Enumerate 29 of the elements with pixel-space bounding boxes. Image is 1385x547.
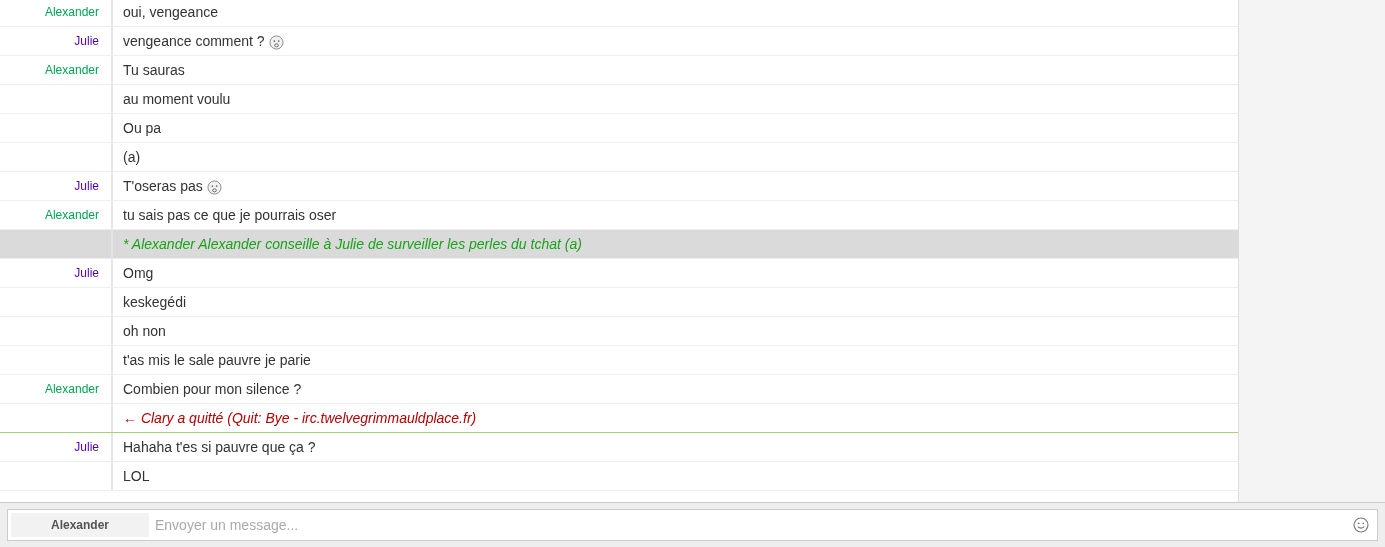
message-text: au moment voulu	[123, 91, 231, 107]
nickname: Alexander	[44, 63, 99, 77]
own-nickname: Alexander	[11, 513, 149, 537]
nickname: Alexander	[44, 382, 99, 396]
message-text: Combien pour mon silence ?	[123, 381, 302, 397]
message-text: oh non	[123, 323, 166, 339]
nickname: Julie	[74, 266, 99, 280]
nickname: Julie	[74, 440, 99, 454]
message-text: * Alexander Alexander conseille à Julie de surveiller les perles du tchat (a)	[123, 236, 582, 252]
nickname: Alexander	[44, 208, 99, 222]
message-text: vengeance comment ?	[123, 33, 265, 49]
nickname: Alexander	[44, 5, 99, 19]
message-text: T'oseras pas	[123, 178, 203, 194]
message-text: tu sais pas ce que je pourrais oser	[123, 207, 337, 223]
message-text: Ou pa	[123, 120, 162, 136]
message-field[interactable]: Alexander Envoyer un message...	[7, 509, 1378, 541]
message-text: ← Clary a quitté (Quit: Bye - irc.twelvegrimmauldplace.fr)	[123, 410, 477, 426]
message-input[interactable]: Envoyer un message...	[155, 517, 1347, 533]
message-text: Tu sauras	[123, 62, 185, 78]
message-text: (a)	[123, 149, 141, 165]
nickname: Julie	[74, 179, 99, 193]
message-text: Omg	[123, 265, 154, 281]
message-text: Hahaha t'es si pauvre que ça ?	[123, 439, 316, 455]
smiley-icon[interactable]	[1353, 517, 1369, 533]
message-text: t'as mis le sale pauvre je parie	[123, 352, 311, 368]
nickname: Julie	[74, 34, 99, 48]
message-text: keskegédi	[123, 294, 187, 310]
message-text: LOL	[123, 468, 150, 484]
message-text: oui, vengeance	[123, 4, 218, 20]
